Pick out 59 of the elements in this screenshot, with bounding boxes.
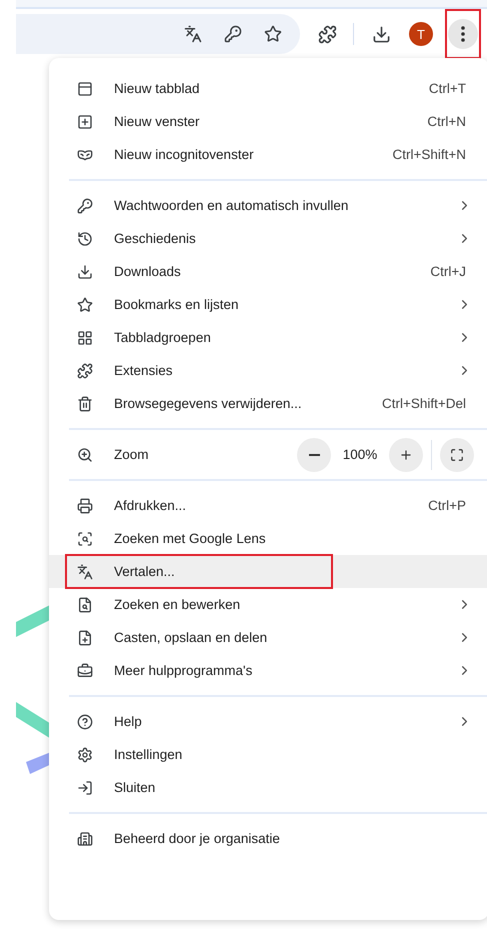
shortcut-text: Ctrl+T [428, 81, 466, 96]
menu-item[interactable]: Afdrukken... Ctrl+P [49, 489, 487, 522]
puzzle-icon[interactable] [318, 24, 337, 44]
briefcase-icon [77, 662, 93, 678]
shortcut-text: Ctrl+N [427, 114, 466, 129]
key-icon[interactable] [224, 25, 242, 43]
menu-item[interactable]: Nieuw tabblad Ctrl+T [49, 72, 487, 105]
puzzle-icon [77, 362, 93, 378]
more-icon [461, 26, 465, 42]
help-icon [77, 714, 93, 730]
menu-item[interactable]: Geschiedenis [49, 222, 487, 255]
fullscreen-icon [450, 448, 464, 462]
menu-item[interactable]: Casten, opslaan en delen [49, 621, 487, 654]
translate-icon[interactable] [184, 25, 202, 43]
shortcut-text: Ctrl+Shift+N [392, 147, 466, 162]
menu-item-label: Zoom [114, 447, 150, 462]
settings-icon [77, 746, 93, 762]
key-icon [77, 198, 93, 214]
menu-item[interactable]: Vertalen... [49, 555, 487, 588]
menu-item[interactable]: Downloads Ctrl+J [49, 255, 487, 288]
translate-icon [77, 564, 93, 580]
plus-icon [399, 448, 413, 462]
menu-item[interactable]: Nieuw venster Ctrl+N [49, 105, 487, 138]
history-icon [77, 230, 93, 246]
menu-item[interactable]: Bookmarks en lijsten [49, 288, 487, 321]
new-window-icon [77, 114, 93, 130]
download-icon [77, 264, 93, 280]
printer-icon [77, 498, 93, 514]
file-search-icon [77, 596, 93, 612]
exit-icon [77, 780, 93, 796]
menu-item[interactable]: Zoeken met Google Lens [49, 522, 487, 555]
star-icon[interactable] [264, 25, 282, 43]
menu-item[interactable]: Tabbladgroepen [49, 321, 487, 354]
download-icon[interactable] [372, 24, 391, 44]
zoom-icon [77, 446, 93, 462]
shortcut-text: Ctrl+P [428, 498, 466, 513]
menu-item[interactable]: Instellingen [49, 738, 487, 771]
menu-item[interactable]: Nieuw incognitovenster Ctrl+Shift+N [49, 138, 487, 171]
fullscreen-button[interactable] [440, 438, 474, 472]
menu-item[interactable]: Help [49, 705, 487, 738]
file-plus-icon [77, 630, 93, 646]
lens-icon [77, 530, 93, 546]
menu-item[interactable]: Sluiten [49, 771, 487, 804]
star-icon [77, 296, 93, 312]
menu-item[interactable]: Zoeken en bewerken [49, 588, 487, 621]
menu-item[interactable]: Beheerd door je organisatie [49, 822, 487, 855]
menu-item[interactable]: Meer hulpprogramma's [49, 654, 487, 687]
menu-item[interactable]: Extensies [49, 354, 487, 387]
avatar[interactable]: T [409, 22, 433, 46]
building-icon [77, 830, 93, 846]
grid-icon [77, 330, 93, 346]
zoom-level: 100% [342, 447, 378, 462]
shortcut-text: Ctrl+J [430, 264, 466, 279]
minus-icon [308, 454, 320, 456]
trash-icon [77, 396, 93, 412]
menu-item[interactable]: Wachtwoorden en automatisch invullen [49, 189, 487, 222]
menu-item[interactable]: Browsegegevens verwijderen... Ctrl+Shift+Del [49, 387, 487, 420]
new-tab-icon [77, 80, 93, 96]
shortcut-text: Ctrl+Shift+Del [382, 396, 466, 411]
